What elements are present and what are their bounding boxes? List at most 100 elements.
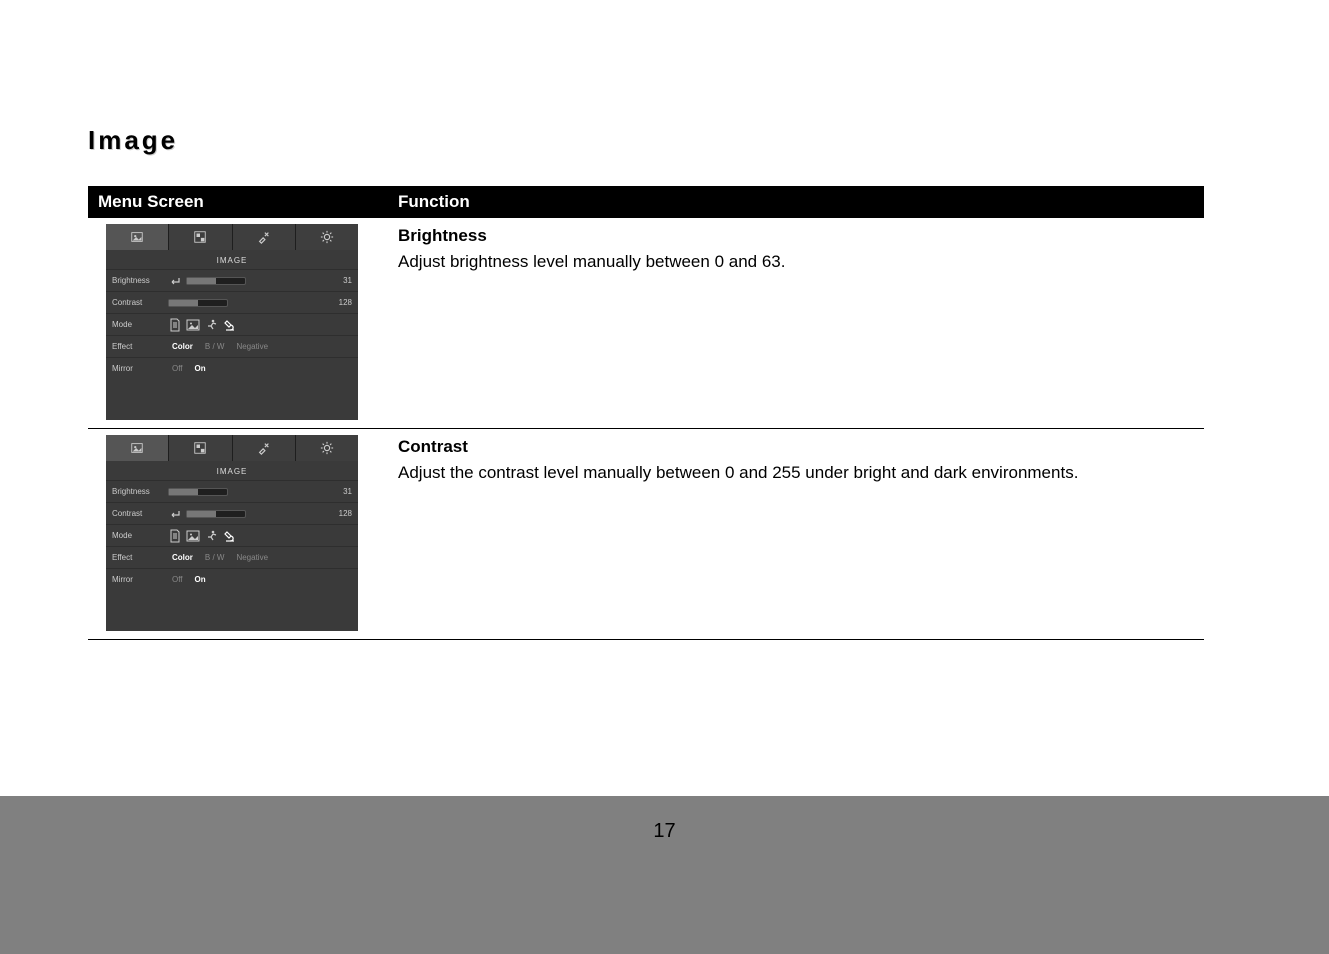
- osd-row-effect[interactable]: Effect Color B / W Negative: [106, 335, 358, 357]
- osd-label: Contrast: [112, 298, 168, 307]
- tab-image[interactable]: [106, 224, 169, 250]
- effect-option[interactable]: Negative: [232, 553, 272, 562]
- page-footer: 17: [0, 796, 1329, 954]
- osd-label: Mirror: [112, 364, 168, 373]
- osd-row-contrast[interactable]: Contrast 128: [106, 502, 358, 524]
- contrast-value: 128: [330, 298, 352, 307]
- osd-row-mirror[interactable]: Mirror Off On: [106, 568, 358, 590]
- osd-tabs: [106, 435, 358, 461]
- tools-icon: [257, 441, 271, 455]
- effect-option[interactable]: B / W: [201, 342, 229, 351]
- doc-table: Menu Screen Function: [88, 186, 1204, 640]
- picture-icon[interactable]: [186, 318, 200, 332]
- mirror-option[interactable]: Off: [168, 364, 187, 373]
- tab-tools[interactable]: [233, 224, 296, 250]
- brightness-slider[interactable]: [168, 488, 228, 496]
- mirror-option[interactable]: On: [191, 364, 210, 373]
- table-row: IMAGE Brightness 31 C: [88, 429, 1204, 640]
- osd-label: Brightness: [112, 276, 168, 285]
- runner-icon[interactable]: [204, 318, 218, 332]
- runner-icon[interactable]: [204, 529, 218, 543]
- osd-row-mirror[interactable]: Mirror Off On: [106, 357, 358, 379]
- table-header-row: Menu Screen Function: [88, 186, 1204, 218]
- effect-option[interactable]: Color: [168, 553, 197, 562]
- function-title: Brightness: [398, 226, 1194, 246]
- function-cell: Brightness Adjust brightness level manua…: [388, 218, 1204, 429]
- brightness-value: 31: [330, 487, 352, 496]
- function-description: Adjust the contrast level manually betwe…: [398, 463, 1194, 483]
- layout-icon: [193, 441, 207, 455]
- osd-row-effect[interactable]: Effect Color B / W Negative: [106, 546, 358, 568]
- tab-settings[interactable]: [296, 435, 358, 461]
- image-icon: [130, 441, 144, 455]
- header-function: Function: [388, 186, 1204, 218]
- page-number: 17: [0, 820, 1329, 843]
- content-area: Image Menu Screen Function: [88, 125, 1204, 640]
- function-cell: Contrast Adjust the contrast level manua…: [388, 429, 1204, 640]
- osd-label: Mirror: [112, 575, 168, 584]
- osd-label: Mode: [112, 531, 168, 540]
- osd-menu: IMAGE Brightness 31 C: [106, 435, 358, 631]
- table-row: IMAGE Brightness: [88, 218, 1204, 429]
- tab-tools[interactable]: [233, 435, 296, 461]
- osd-mid: Color B / W Negative: [168, 342, 330, 351]
- page: Image Menu Screen Function: [0, 0, 1329, 954]
- osd-row-contrast[interactable]: Contrast 128: [106, 291, 358, 313]
- osd-menu: IMAGE Brightness: [106, 224, 358, 420]
- osd-mid: [168, 529, 330, 543]
- tab-image[interactable]: [106, 435, 169, 461]
- menu-screen-cell: IMAGE Brightness: [88, 218, 388, 429]
- osd-tabs: [106, 224, 358, 250]
- microscope-icon[interactable]: [222, 318, 236, 332]
- brightness-slider[interactable]: [186, 277, 246, 285]
- osd-mid: Off On: [168, 364, 330, 373]
- tab-settings[interactable]: [296, 224, 358, 250]
- effect-option[interactable]: Color: [168, 342, 197, 351]
- osd-row-mode[interactable]: Mode: [106, 524, 358, 546]
- menu-screen-cell: IMAGE Brightness 31 C: [88, 429, 388, 640]
- image-icon: [130, 230, 144, 244]
- section-title: Image: [88, 125, 1204, 156]
- mirror-option[interactable]: Off: [168, 575, 187, 584]
- effect-option[interactable]: Negative: [232, 342, 272, 351]
- osd-label: Brightness: [112, 487, 168, 496]
- osd-mid: [168, 299, 330, 307]
- osd-mid: [168, 509, 330, 519]
- function-description: Adjust brightness level manually between…: [398, 252, 1194, 272]
- osd-row-brightness[interactable]: Brightness 31: [106, 480, 358, 502]
- contrast-slider[interactable]: [168, 299, 228, 307]
- enter-icon: [168, 276, 182, 286]
- osd-row-brightness[interactable]: Brightness 31: [106, 269, 358, 291]
- osd-label: Contrast: [112, 509, 168, 518]
- document-icon[interactable]: [168, 318, 182, 332]
- osd-mid: Off On: [168, 575, 330, 584]
- function-title: Contrast: [398, 437, 1194, 457]
- document-icon[interactable]: [168, 529, 182, 543]
- gear-icon: [320, 230, 334, 244]
- header-menu-screen: Menu Screen: [88, 186, 388, 218]
- osd-label: Effect: [112, 553, 168, 562]
- osd-row-mode[interactable]: Mode: [106, 313, 358, 335]
- osd-mid: [168, 488, 330, 496]
- tab-presentation[interactable]: [169, 435, 232, 461]
- osd-title: IMAGE: [106, 461, 358, 480]
- osd-label: Effect: [112, 342, 168, 351]
- osd-label: Mode: [112, 320, 168, 329]
- osd-rows: Brightness 31: [106, 269, 358, 379]
- osd-rows: Brightness 31 Contrast: [106, 480, 358, 590]
- enter-icon: [168, 509, 182, 519]
- picture-icon[interactable]: [186, 529, 200, 543]
- mirror-option[interactable]: On: [191, 575, 210, 584]
- tab-presentation[interactable]: [169, 224, 232, 250]
- tools-icon: [257, 230, 271, 244]
- osd-title: IMAGE: [106, 250, 358, 269]
- contrast-slider[interactable]: [186, 510, 246, 518]
- osd-mid: Color B / W Negative: [168, 553, 330, 562]
- microscope-icon[interactable]: [222, 529, 236, 543]
- layout-icon: [193, 230, 207, 244]
- effect-option[interactable]: B / W: [201, 553, 229, 562]
- osd-mid: [168, 276, 330, 286]
- brightness-value: 31: [330, 276, 352, 285]
- osd-mid: [168, 318, 330, 332]
- contrast-value: 128: [330, 509, 352, 518]
